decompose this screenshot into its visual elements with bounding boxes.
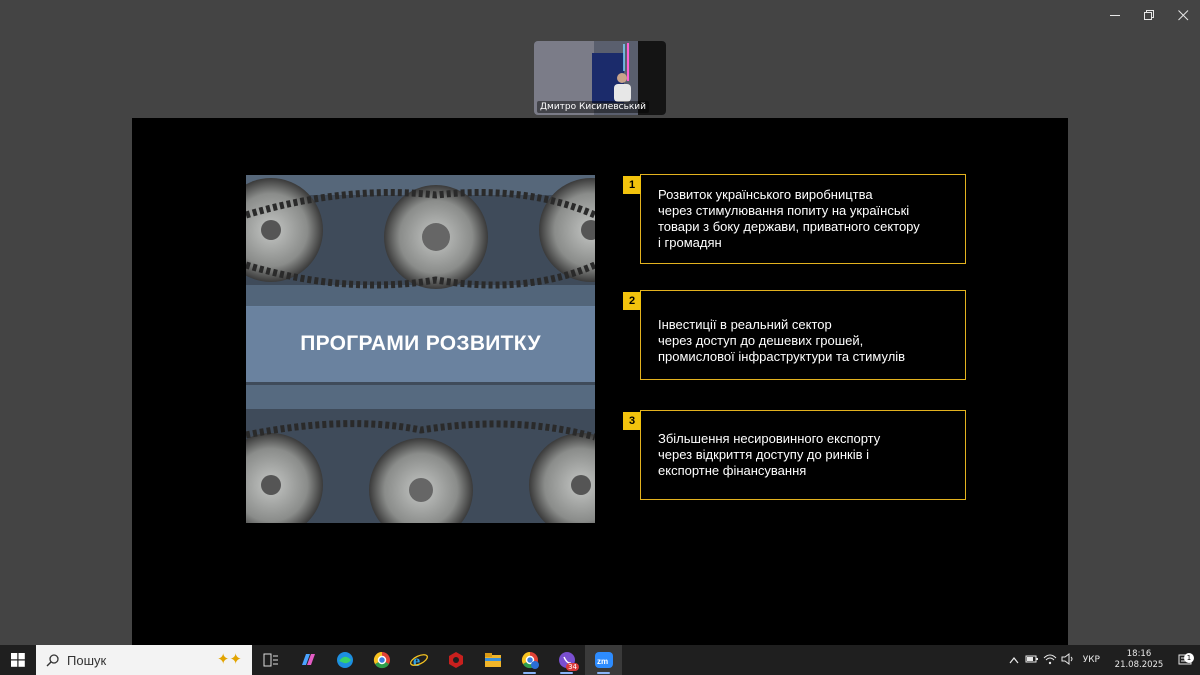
item-line: товари з боку держави, приватного сектор… — [658, 219, 920, 234]
viber-badge: 34 — [566, 663, 579, 671]
wifi-icon[interactable] — [1041, 653, 1059, 668]
slide-title-band: ПРОГРАМИ РОЗВИТКУ — [246, 306, 595, 382]
search-icon — [46, 653, 59, 666]
program-item-2: 2 Інвестиції в реальний сектор через дос… — [623, 290, 966, 380]
item-number: 3 — [623, 412, 641, 430]
chrome-icon[interactable] — [363, 645, 400, 675]
close-icon[interactable] — [1166, 0, 1200, 30]
language-indicator[interactable]: УКР — [1083, 655, 1100, 665]
viber-icon[interactable]: 34 — [548, 645, 585, 675]
item-line: Збільшення несировинного експорту — [658, 431, 881, 446]
item-line: через стимулювання попиту на українські — [658, 203, 910, 218]
item-text: Інвестиції в реальний сектор через досту… — [658, 317, 957, 365]
restore-icon[interactable] — [1132, 0, 1166, 30]
sparkle-icon: ✦✦ — [216, 650, 242, 668]
copilot-icon[interactable] — [289, 645, 326, 675]
item-line: через відкриття доступу до ринків і — [658, 447, 870, 462]
item-line: через доступ до дешевих грошей, — [658, 333, 864, 348]
clock[interactable]: 18:16 21.08.2025 — [1108, 649, 1170, 671]
item-text: Розвиток українського виробництва через … — [658, 187, 957, 251]
item-line: і громадян — [658, 235, 722, 250]
taskbar: Пошук ✦✦ e 34 zm УКР 18:16 21.08.2025 1 — [0, 645, 1200, 675]
edge-icon[interactable] — [326, 645, 363, 675]
taskbar-search-box[interactable]: Пошук ✦✦ — [36, 645, 252, 675]
notification-icon[interactable]: 1 — [1170, 653, 1200, 666]
item-number: 1 — [623, 176, 641, 194]
clock-time: 18:16 — [1126, 649, 1152, 659]
zoom-icon[interactable]: zm — [585, 645, 622, 675]
notification-badge: 1 — [1184, 653, 1194, 663]
window-controls — [1098, 0, 1200, 30]
battery-icon[interactable] — [1023, 654, 1041, 667]
participant-name: Дмитро Кисилевський — [537, 101, 650, 113]
volume-icon[interactable] — [1059, 652, 1077, 668]
item-number: 2 — [623, 292, 641, 310]
shared-screen: ПРОГРАМИ РОЗВИТКУ 1 Розвиток українськог… — [132, 118, 1068, 645]
item-line: промислової інфраструктури та стимулів — [658, 349, 906, 364]
red-app-icon[interactable] — [437, 645, 474, 675]
task-view-icon[interactable] — [252, 645, 289, 675]
chrome-profile-icon[interactable] — [511, 645, 548, 675]
taskbar-apps: e 34 zm — [252, 645, 622, 675]
chevron-up-icon[interactable] — [1005, 654, 1023, 667]
program-item-3: 3 Збільшення несировинного експорту чере… — [623, 410, 966, 500]
item-line: Розвиток українського виробництва — [658, 187, 873, 202]
program-item-1: 1 Розвиток українського виробництва чере… — [623, 174, 966, 264]
item-text: Збільшення несировинного експорту через … — [658, 431, 957, 479]
item-line: експортне фінансування — [658, 463, 807, 478]
system-tray: УКР 18:16 21.08.2025 1 — [1005, 645, 1200, 675]
svg-text:zm: zm — [597, 657, 608, 666]
windows-start-icon[interactable] — [0, 645, 36, 675]
gears-image: ПРОГРАМИ РОЗВИТКУ — [246, 175, 595, 523]
participant-video-tile[interactable]: Дмитро Кисилевський — [534, 41, 666, 115]
clock-date: 21.08.2025 — [1114, 660, 1164, 670]
file-explorer-icon[interactable] — [474, 645, 511, 675]
item-line: Інвестиції в реальний сектор — [658, 317, 832, 332]
slide-title: ПРОГРАМИ РОЗВИТКУ — [300, 332, 541, 355]
internet-explorer-icon[interactable]: e — [400, 645, 437, 675]
search-label: Пошук — [67, 652, 107, 668]
minimize-icon[interactable] — [1098, 0, 1132, 30]
